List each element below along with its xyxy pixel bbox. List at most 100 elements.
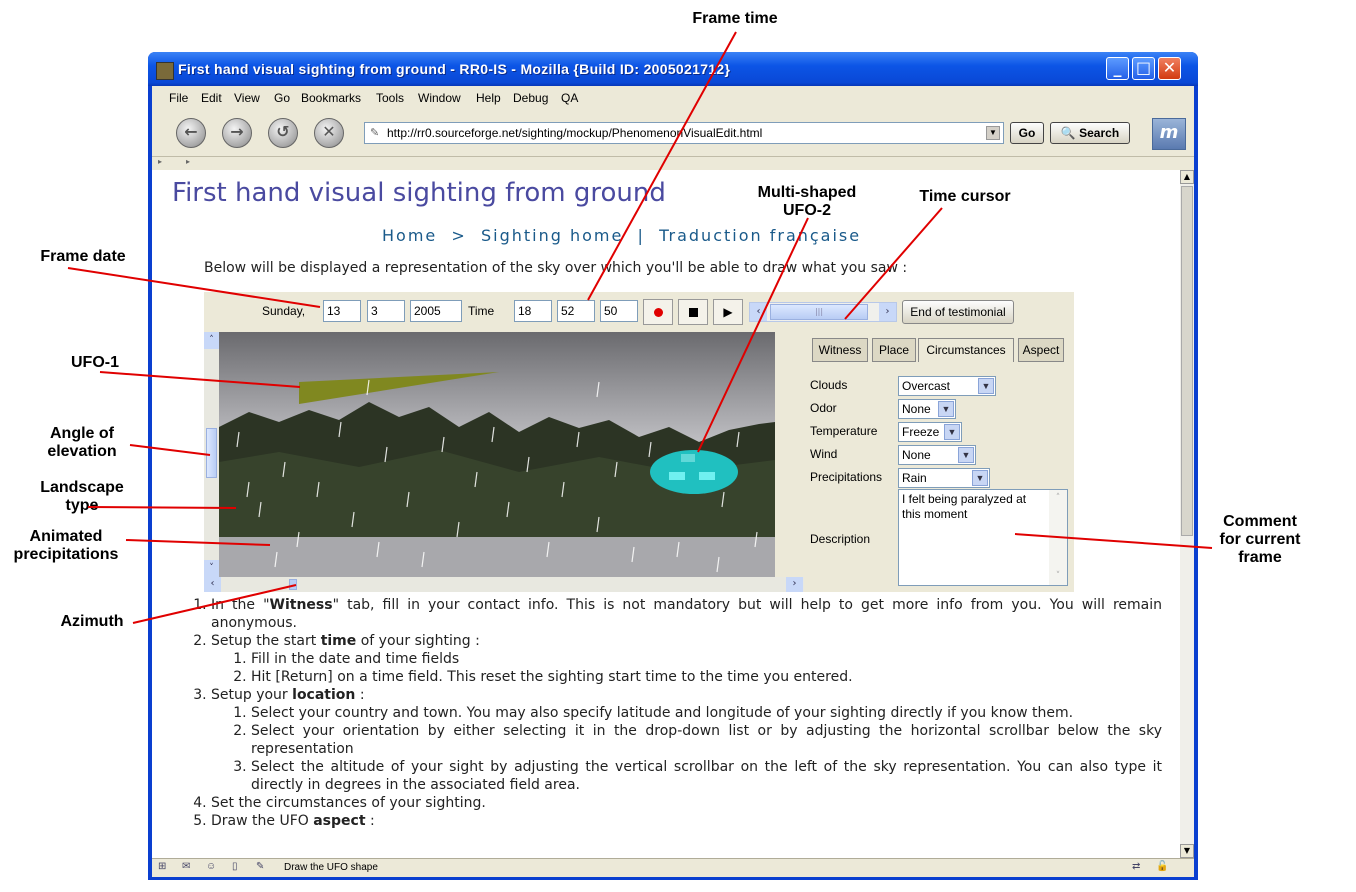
url-field[interactable]: ✎ http://rr0.sourceforge.net/sighting/mo… bbox=[364, 122, 1004, 144]
menu-debug[interactable]: Debug bbox=[513, 91, 548, 105]
play-icon: ▶ bbox=[723, 305, 733, 319]
mozilla-throbber-icon[interactable]: m bbox=[1152, 118, 1186, 150]
stop-icon[interactable]: ✕ bbox=[314, 118, 344, 148]
menu-bar: File Edit View Go Bookmarks Tools Window… bbox=[152, 86, 1194, 111]
day-field[interactable]: 13 bbox=[323, 300, 361, 322]
wind-select[interactable]: None ▼ bbox=[898, 445, 976, 465]
menu-go[interactable]: Go bbox=[274, 91, 290, 105]
time-label: Time bbox=[468, 304, 495, 318]
ufo-2-window-left bbox=[669, 472, 685, 480]
sighting-applet: Sunday, 13 3 2005 Time 18 52 50 ▶ ‹ ||| … bbox=[204, 292, 1074, 592]
sky-canvas[interactable] bbox=[219, 332, 775, 577]
chevron-down-icon[interactable]: ▼ bbox=[972, 470, 988, 486]
tab-scroll-left-icon[interactable]: ▸ bbox=[158, 157, 162, 166]
hour-field[interactable]: 18 bbox=[514, 300, 552, 322]
mail-icon[interactable]: ✉ bbox=[182, 861, 190, 872]
minimize-button[interactable]: _ bbox=[1106, 57, 1129, 80]
list-item: Set the circumstances of your sighting. bbox=[211, 794, 1162, 812]
instructions: In the "Witness" tab, fill in your conta… bbox=[186, 596, 1162, 830]
second-field[interactable]: 50 bbox=[600, 300, 638, 322]
chevron-left-icon[interactable]: ‹ bbox=[204, 577, 221, 592]
chevron-down-icon[interactable]: ▼ bbox=[958, 447, 974, 463]
tab-scroll-right-icon[interactable]: ▸ bbox=[186, 157, 190, 166]
page-title: First hand visual sighting from ground bbox=[172, 178, 666, 208]
precipitations-value: Rain bbox=[902, 471, 927, 485]
forward-icon[interactable]: → bbox=[222, 118, 252, 148]
address-book-icon[interactable]: ✎ bbox=[256, 861, 264, 872]
year-field[interactable]: 2005 bbox=[410, 300, 462, 322]
chevron-down-icon[interactable]: ▼ bbox=[938, 401, 954, 417]
menu-file[interactable]: File bbox=[169, 91, 188, 105]
description-textarea[interactable]: I felt being paralyzed at this moment ˄ … bbox=[898, 489, 1068, 586]
time-cursor-scrollbar[interactable]: ‹ ||| › bbox=[749, 302, 897, 322]
menu-window[interactable]: Window bbox=[418, 91, 461, 105]
time-cursor-thumb[interactable]: ||| bbox=[770, 304, 868, 320]
play-button[interactable]: ▶ bbox=[713, 299, 743, 325]
page-scrollbar[interactable]: ▲ ▼ bbox=[1180, 170, 1194, 858]
ufo-2-window-right bbox=[699, 472, 715, 480]
navigator-icon[interactable]: ⊞ bbox=[158, 861, 166, 872]
menu-qa[interactable]: QA bbox=[561, 91, 578, 105]
chevron-right-icon[interactable]: › bbox=[786, 577, 803, 592]
page-content: First hand visual sighting from ground H… bbox=[152, 170, 1180, 858]
menu-bookmarks[interactable]: Bookmarks bbox=[301, 91, 361, 105]
description-scrollbar[interactable]: ˄ ˅ bbox=[1049, 490, 1067, 585]
search-button[interactable]: 🔍 Search bbox=[1050, 122, 1130, 144]
breadcrumb: Home > Sighting home | Traduction frança… bbox=[382, 226, 861, 245]
breadcrumb-home-link[interactable]: Home bbox=[382, 226, 437, 245]
tab-circumstances[interactable]: Circumstances bbox=[918, 338, 1014, 362]
scroll-up-icon[interactable]: ▲ bbox=[1180, 170, 1194, 184]
azimuth-thumb[interactable] bbox=[289, 579, 297, 590]
chevron-down-icon[interactable]: ▼ bbox=[944, 424, 960, 440]
reload-icon[interactable]: ↺ bbox=[268, 118, 298, 148]
elevation-thumb[interactable] bbox=[206, 428, 217, 478]
go-button[interactable]: Go bbox=[1010, 122, 1044, 144]
chevron-up-icon[interactable]: ˄ bbox=[204, 332, 219, 349]
end-of-testimonial-button[interactable]: End of testimonial bbox=[902, 300, 1014, 324]
precipitations-select[interactable]: Rain ▼ bbox=[898, 468, 990, 488]
online-icon[interactable]: ⇄ bbox=[1132, 861, 1140, 872]
composer-icon[interactable]: ▯ bbox=[232, 861, 238, 872]
clouds-select[interactable]: Overcast ▼ bbox=[898, 376, 996, 396]
search-icon: 🔍 bbox=[1060, 126, 1076, 140]
day-of-week-label: Sunday, bbox=[262, 304, 306, 318]
menu-view[interactable]: View bbox=[234, 91, 260, 105]
menu-help[interactable]: Help bbox=[476, 91, 501, 105]
menu-edit[interactable]: Edit bbox=[201, 91, 222, 105]
chevron-down-icon[interactable]: ˅ bbox=[1049, 568, 1067, 585]
month-field[interactable]: 3 bbox=[367, 300, 405, 322]
navigation-toolbar: ← → ↺ ✕ ✎ http://rr0.sourceforge.net/sig… bbox=[152, 110, 1194, 156]
elevation-scrollbar[interactable]: ˄ ˅ bbox=[204, 332, 219, 577]
odor-select[interactable]: None ▼ bbox=[898, 399, 956, 419]
chevron-down-icon[interactable]: ˅ bbox=[204, 560, 219, 577]
chevron-left-icon[interactable]: ‹ bbox=[750, 303, 767, 321]
title-bar[interactable]: First hand visual sighting from ground -… bbox=[148, 52, 1198, 86]
callout-time-cursor: Time cursor bbox=[919, 188, 1011, 205]
azimuth-scrollbar[interactable]: ‹ › bbox=[204, 577, 804, 592]
maximize-button[interactable]: □ bbox=[1132, 57, 1155, 80]
callout-multi-shaped: Multi-shaped UFO-2 bbox=[757, 184, 857, 219]
scroll-down-icon[interactable]: ▼ bbox=[1180, 844, 1194, 858]
chevron-right-icon[interactable]: › bbox=[879, 303, 896, 321]
precipitations-label: Precipitations bbox=[810, 470, 883, 484]
record-button[interactable] bbox=[643, 299, 673, 325]
stop-button[interactable] bbox=[678, 299, 708, 325]
clouds-label: Clouds bbox=[810, 378, 848, 392]
page-scroll-thumb[interactable] bbox=[1181, 186, 1193, 536]
minute-field[interactable]: 52 bbox=[557, 300, 595, 322]
close-button[interactable]: ✕ bbox=[1158, 57, 1181, 80]
chat-icon[interactable]: ☺ bbox=[206, 861, 216, 872]
breadcrumb-translation-link[interactable]: Traduction française bbox=[659, 226, 861, 245]
menu-tools[interactable]: Tools bbox=[376, 91, 404, 105]
tab-witness[interactable]: Witness bbox=[812, 338, 868, 362]
list-item: Hit [Return] on a time field. This reset… bbox=[251, 668, 1162, 686]
breadcrumb-sighting-link[interactable]: Sighting home bbox=[481, 226, 623, 245]
tab-place[interactable]: Place bbox=[872, 338, 916, 362]
temperature-select[interactable]: Freeze ▼ bbox=[898, 422, 962, 442]
url-dropdown-icon[interactable]: ▼ bbox=[986, 126, 1000, 140]
chevron-down-icon[interactable]: ▼ bbox=[978, 378, 994, 394]
chevron-up-icon[interactable]: ˄ bbox=[1049, 490, 1067, 507]
tab-aspect[interactable]: Aspect bbox=[1018, 338, 1064, 362]
list-item: Select the altitude of your sight by adj… bbox=[251, 758, 1162, 794]
back-icon[interactable]: ← bbox=[176, 118, 206, 148]
